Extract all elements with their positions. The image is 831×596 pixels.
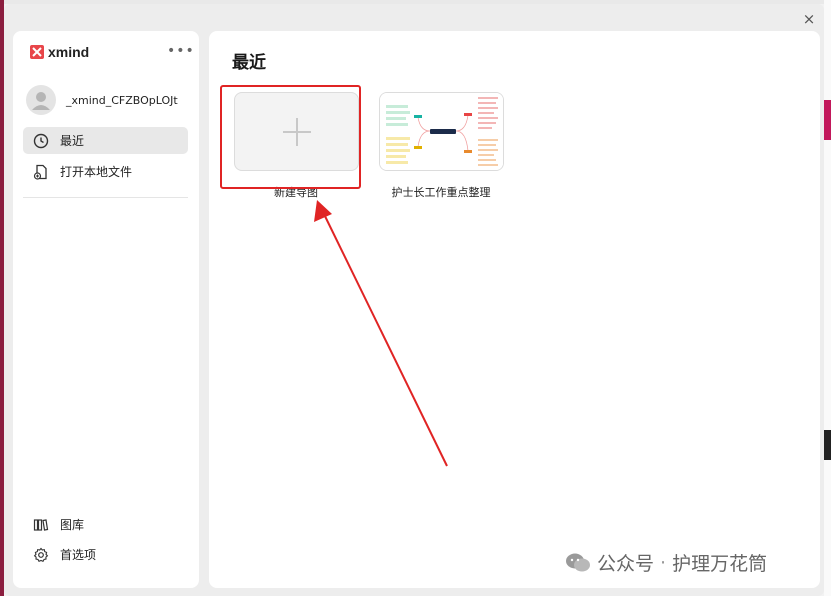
open-file-icon <box>32 163 50 181</box>
sidebar-item-label: 最近 <box>60 134 85 148</box>
gear-icon <box>32 546 50 564</box>
page-title: 最近 <box>232 53 266 73</box>
annotation-arrow <box>314 200 448 467</box>
sidebar-item-label: 打开本地文件 <box>60 165 133 179</box>
sidebar-item-open-local-file[interactable]: 打开本地文件 <box>23 158 188 185</box>
brand-name: xmind <box>48 44 90 60</box>
close-icon: × <box>802 10 816 28</box>
library-icon <box>32 516 50 534</box>
xmind-logo-icon <box>30 45 44 59</box>
watermark-account: 护理万花筒 <box>672 553 768 575</box>
clock-icon <box>32 132 50 150</box>
sidebar-item-label: 首选项 <box>60 548 97 562</box>
background-accent <box>824 430 831 460</box>
sidebar-item-label: 图库 <box>60 518 85 532</box>
xmind-home-dialog: × xmind ••• _xmind_CFZBOpLOJt 最近 打开本地文件 … <box>4 4 824 596</box>
sidebar-divider <box>23 197 188 198</box>
user-avatar-icon <box>32 92 50 110</box>
mindmap-thumbnail <box>380 93 503 170</box>
user-profile[interactable]: _xmind_CFZBOpLOJt <box>26 85 178 115</box>
more-options-icon[interactable]: ••• <box>167 43 195 59</box>
recent-file-card[interactable] <box>379 92 504 171</box>
sidebar: xmind ••• _xmind_CFZBOpLOJt 最近 打开本地文件 图库… <box>13 31 199 588</box>
brand-logo: xmind <box>30 44 89 60</box>
watermark-separator: · <box>660 551 667 574</box>
sidebar-item-recent[interactable]: 最近 <box>23 127 188 154</box>
wechat-icon <box>566 553 590 571</box>
avatar <box>26 85 56 115</box>
recent-panel: 最近 新建导图 护士长工作重点整理 公众号 · 护理万花筒 <box>209 31 820 588</box>
close-button[interactable]: × <box>800 10 818 28</box>
annotation-highlight-box <box>220 85 361 189</box>
background-accent <box>824 100 831 140</box>
watermark: 公众号 · 护理万花筒 <box>565 549 767 576</box>
user-name: _xmind_CFZBOpLOJt <box>66 93 178 107</box>
sidebar-item-library[interactable]: 图库 <box>23 511 188 538</box>
background-window-edge-right <box>824 0 831 596</box>
sidebar-item-preferences[interactable]: 首选项 <box>23 541 188 568</box>
watermark-platform: 公众号 <box>597 553 655 575</box>
